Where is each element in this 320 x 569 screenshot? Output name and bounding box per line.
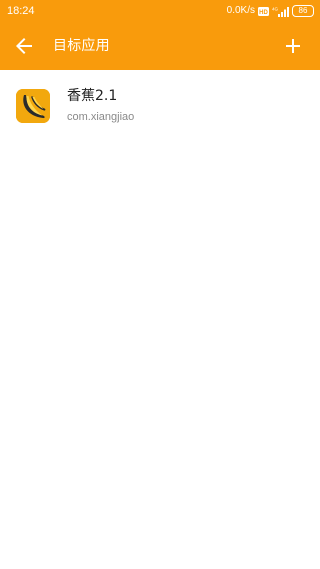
status-icons: 0.0K/s HD 4G 86 <box>227 4 314 18</box>
svg-text:4G: 4G <box>272 6 279 11</box>
network-speed: 0.0K/s <box>226 5 255 16</box>
banana-icon <box>16 89 50 123</box>
hd-icon: HD <box>258 6 269 16</box>
battery-icon: 86 <box>292 5 314 17</box>
list-item[interactable]: 香蕉2.1 com.xiangjiao <box>0 70 320 140</box>
back-button[interactable] <box>12 34 36 58</box>
app-list: 香蕉2.1 com.xiangjiao <box>0 70 320 140</box>
arrow-left-icon <box>16 38 32 54</box>
add-button[interactable] <box>281 34 305 58</box>
plus-icon <box>286 39 300 53</box>
signal-icon: 4G <box>272 6 289 17</box>
svg-text:HD: HD <box>259 10 268 16</box>
app-bar: 目标应用 <box>0 22 320 70</box>
app-package: com.xiangjiao <box>67 111 135 123</box>
app-name: 香蕉2.1 <box>67 88 118 104</box>
status-bar: 18:24 0.0K/s HD 4G 86 <box>0 0 320 22</box>
status-time: 18:24 <box>7 5 35 17</box>
page-title: 目标应用 <box>53 38 110 54</box>
